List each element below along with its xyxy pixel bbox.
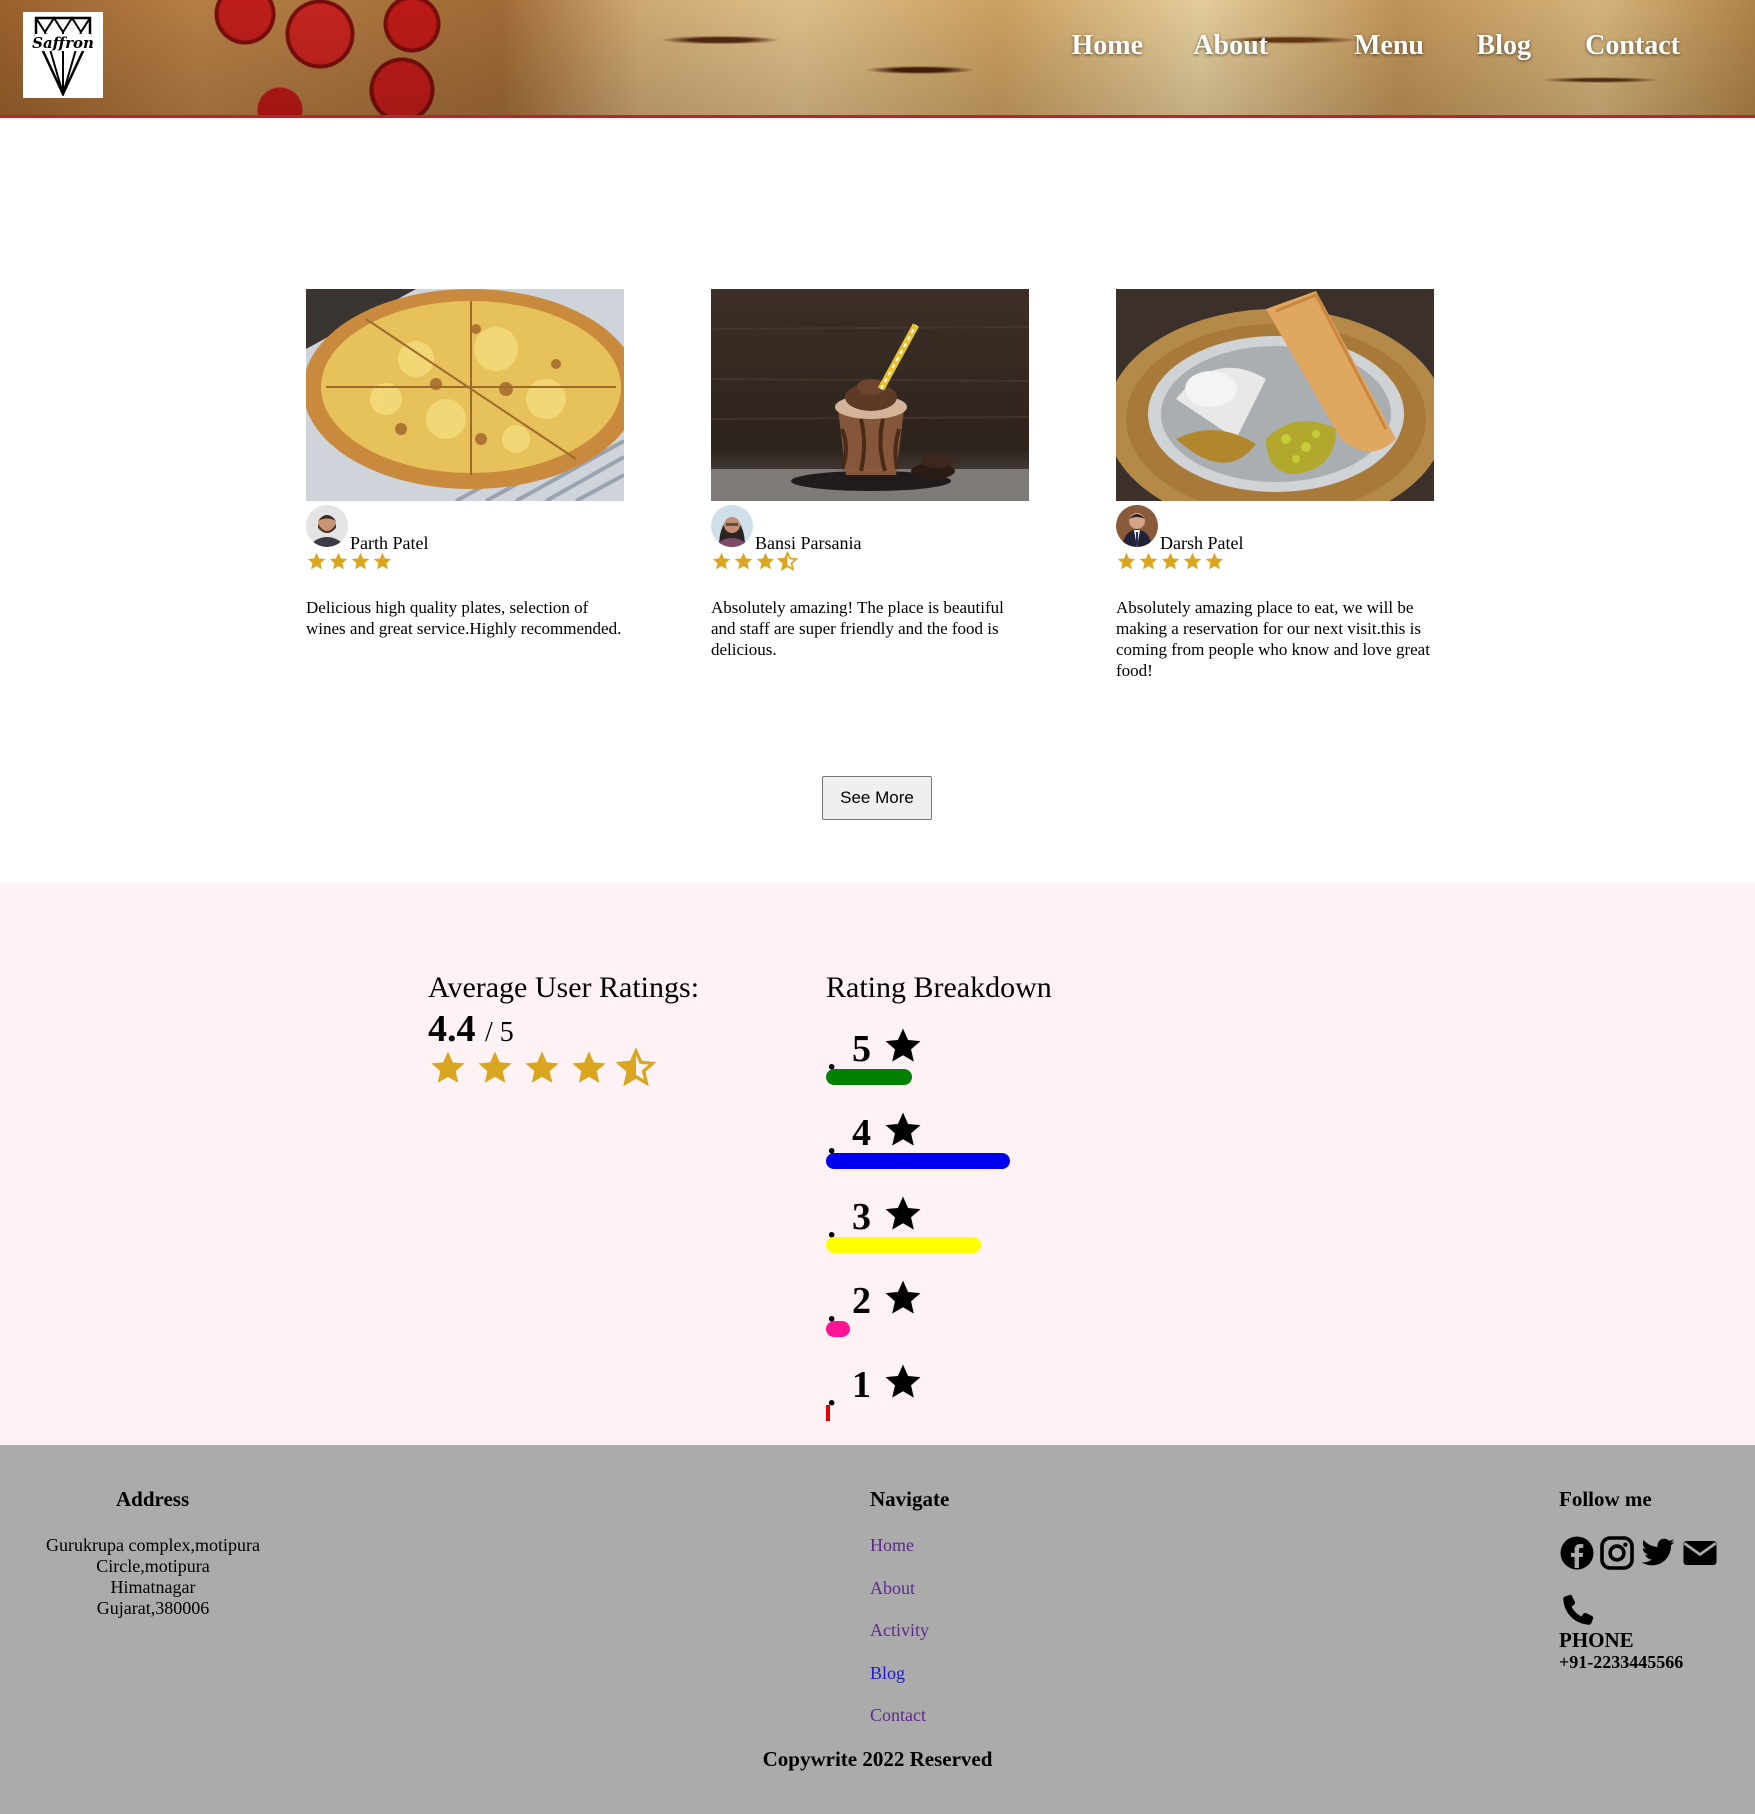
breakdown-row-3: · 3 <box>826 1195 1226 1279</box>
review-card: Darsh Patel Absolutely amazing place to … <box>1116 289 1434 681</box>
star-icon <box>885 1364 921 1398</box>
phone-icon <box>1563 1594 1594 1625</box>
star-icon <box>1117 552 1136 570</box>
reviewer: Darsh Patel <box>1116 505 1434 553</box>
average-rating-stars <box>428 1048 656 1088</box>
see-more-button[interactable]: See More <box>822 776 932 820</box>
twitter-icon[interactable] <box>1639 1535 1677 1571</box>
facebook-icon[interactable] <box>1559 1535 1595 1571</box>
review-text: Absolutely amazing place to eat, we will… <box>1116 598 1430 680</box>
star-icon <box>478 1051 512 1083</box>
avatar <box>306 505 348 547</box>
phone-number: +91-2233445566 <box>1559 1652 1684 1672</box>
nav-contact[interactable]: Contact <box>1585 30 1680 62</box>
reviewer: Parth Patel <box>306 505 624 553</box>
breakdown-star-count: 4 <box>852 1112 871 1154</box>
reviewer-name: Bansi Parsania <box>755 533 862 553</box>
average-ratings-title: Average User Ratings: <box>428 971 700 1004</box>
svg-text:Saffron: Saffron <box>32 34 94 52</box>
star-icon <box>329 552 348 570</box>
star-icon <box>307 552 326 570</box>
star-icon <box>885 1028 921 1062</box>
address-heading: Address <box>116 1487 190 1511</box>
ratings-section: Average User Ratings: 4.4 / 5 Rating Bre… <box>0 883 1755 1445</box>
email-icon[interactable] <box>1681 1535 1719 1571</box>
nav-home[interactable]: Home <box>1071 30 1143 62</box>
site-header: Saffron Home About Menu Blog Contact <box>0 0 1755 118</box>
breakdown-star-count: 1 <box>852 1364 871 1406</box>
star-icon <box>431 1051 465 1083</box>
address-line: Circle,motipura <box>96 1556 210 1576</box>
follow-heading: Follow me <box>1559 1487 1652 1511</box>
diamond-logo-icon: Saffron <box>32 16 94 96</box>
review-card: Parth Patel Delicious high quality plate… <box>306 289 624 639</box>
average-rating-out-of: / 5 <box>485 1017 514 1048</box>
review-stars <box>306 551 624 573</box>
dosa-thali-photo <box>1116 289 1434 501</box>
review-text: Absolutely amazing! The place is beautif… <box>711 598 1004 659</box>
breakdown-bar <box>826 1153 1010 1169</box>
phone-label: PHONE <box>1559 1628 1634 1652</box>
half-star-icon <box>777 551 798 572</box>
review-stars <box>711 551 1029 573</box>
social-links <box>1559 1535 1719 1571</box>
milkshake-photo <box>711 289 1029 501</box>
instagram-icon[interactable] <box>1599 1535 1635 1571</box>
star-icon <box>756 552 775 570</box>
average-rating-number: 4.4 <box>428 1008 476 1050</box>
pizza-photo <box>306 289 624 501</box>
footer-link-about[interactable]: About <box>870 1578 915 1599</box>
star-icon <box>1161 552 1180 570</box>
nav-about[interactable]: About <box>1193 30 1268 62</box>
address-line: Himatnagar <box>110 1577 196 1597</box>
star-icon <box>885 1196 921 1230</box>
nav-blog[interactable]: Blog <box>1477 30 1531 62</box>
star-icon <box>572 1051 606 1083</box>
star-icon <box>1205 552 1224 570</box>
footer-link-activity[interactable]: Activity <box>870 1620 929 1641</box>
footer-link-contact[interactable]: Contact <box>870 1705 926 1726</box>
breakdown-bar <box>826 1069 912 1085</box>
star-icon <box>373 552 392 570</box>
rating-breakdown-title: Rating Breakdown <box>826 971 1052 1004</box>
nav-menu[interactable]: Menu <box>1354 30 1424 62</box>
saffron-logo[interactable]: Saffron <box>23 12 103 98</box>
footer-link-home[interactable]: Home <box>870 1535 914 1556</box>
star-icon <box>1183 552 1202 570</box>
star-icon <box>734 552 753 570</box>
breakdown-row-2: · 2 <box>826 1279 1226 1363</box>
star-icon <box>885 1280 921 1314</box>
site-footer: Address Gurukrupa complex,motipura Circl… <box>0 1445 1755 1814</box>
star-icon <box>885 1112 921 1146</box>
review-stars <box>1116 551 1434 573</box>
star-icon <box>712 552 731 570</box>
breakdown-star-count: 2 <box>852 1280 871 1322</box>
star-icon <box>525 1051 559 1083</box>
breakdown-star-count: 3 <box>852 1196 871 1238</box>
address-block: Gurukrupa complex,motipura Circle,motipu… <box>33 1535 273 1619</box>
review-text: Delicious high quality plates, selection… <box>306 598 622 638</box>
breakdown-star-count: 5 <box>852 1028 871 1070</box>
reviewer-name: Darsh Patel <box>1160 533 1244 553</box>
avatar <box>1116 505 1158 547</box>
copyright: Copywrite 2022 Reserved <box>762 1747 993 1771</box>
breakdown-row-5: · 5 <box>826 1027 1226 1111</box>
address-line: Gurukrupa complex,motipura <box>46 1535 260 1555</box>
breakdown-bar <box>826 1321 850 1337</box>
breakdown-bar <box>826 1405 830 1421</box>
footer-link-blog[interactable]: Blog <box>870 1663 905 1684</box>
navigate-heading: Navigate <box>870 1487 950 1511</box>
review-card: Bansi Parsania Absolutely amazing! The p… <box>711 289 1029 660</box>
reviewer-name: Parth Patel <box>350 533 429 553</box>
reviewer: Bansi Parsania <box>711 505 1029 553</box>
avatar <box>711 505 753 547</box>
address-line: Gujarat,380006 <box>96 1598 210 1618</box>
half-star-icon <box>616 1048 656 1087</box>
breakdown-row-4: · 4 <box>826 1111 1226 1195</box>
average-rating-value: 4.4 / 5 <box>428 1007 514 1051</box>
star-icon <box>351 552 370 570</box>
breakdown-bar <box>826 1237 981 1253</box>
breakdown-row-1: · 1 <box>826 1363 1226 1447</box>
star-icon <box>1139 552 1158 570</box>
